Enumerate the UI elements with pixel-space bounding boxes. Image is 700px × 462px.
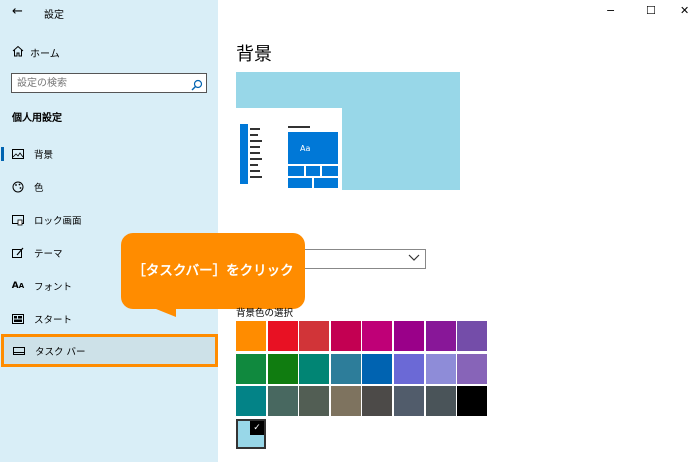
palette-icon <box>11 180 25 194</box>
color-swatch[interactable] <box>330 353 361 384</box>
color-swatch[interactable] <box>362 386 393 416</box>
color-swatch[interactable] <box>267 353 298 384</box>
page-title: 背景 <box>236 44 272 65</box>
color-swatch[interactable] <box>362 321 393 351</box>
preview-line <box>250 176 262 178</box>
color-swatch[interactable] <box>425 353 456 384</box>
color-swatch[interactable] <box>394 386 424 416</box>
start-icon <box>11 312 25 326</box>
home-label: ホーム <box>30 48 60 60</box>
checkmark-icon: ✓ <box>250 421 264 435</box>
color-swatch[interactable] <box>267 386 298 416</box>
lock-screen-icon <box>11 213 25 227</box>
preview-line <box>288 126 310 128</box>
title-bar: ← 設定 <box>0 0 218 26</box>
search-input[interactable] <box>17 76 187 90</box>
theme-brush-icon <box>11 246 25 260</box>
color-picker-label: 背景色の選択 <box>236 308 294 319</box>
color-swatch[interactable] <box>299 353 330 384</box>
color-swatch[interactable] <box>299 386 330 416</box>
sidebar-item-background[interactable]: 背景 <box>0 143 218 165</box>
close-button[interactable]: ✕ <box>680 4 689 17</box>
app-title: 設定 <box>44 10 64 21</box>
preview-line <box>250 164 258 166</box>
sidebar: ← 設定 ホーム 個人用設定 背景 色 ロック画面 <box>0 0 218 462</box>
sidebar-item-taskbar[interactable]: タスク バー <box>1 334 218 367</box>
color-swatch[interactable] <box>457 353 488 384</box>
selected-color-swatch[interactable]: ✓ <box>236 419 266 449</box>
sidebar-item-label: ロック画面 <box>34 216 82 227</box>
preview-line <box>250 140 262 142</box>
home-icon <box>12 45 30 60</box>
color-swatch[interactable] <box>330 321 361 351</box>
sidebar-item-label: 背景 <box>34 150 54 161</box>
taskbar-icon <box>12 344 26 358</box>
preview-tile <box>306 166 320 176</box>
preview-tile-text: Aa <box>300 144 311 153</box>
sidebar-item-label: テーマ <box>34 249 63 260</box>
sidebar-item-start[interactable]: スタート <box>0 308 218 330</box>
color-swatch[interactable] <box>362 353 393 384</box>
color-swatch[interactable] <box>425 321 456 351</box>
color-swatch[interactable] <box>394 321 424 351</box>
sidebar-item-label: タスク バー <box>35 346 86 358</box>
minimize-button[interactable]: − <box>606 4 615 17</box>
color-swatch[interactable] <box>236 386 266 416</box>
callout-pointer <box>126 297 176 317</box>
color-swatch[interactable] <box>457 386 488 416</box>
color-swatch[interactable] <box>457 321 488 351</box>
preview-line <box>250 146 260 148</box>
color-swatch[interactable] <box>394 353 424 384</box>
selected-indicator <box>1 147 4 161</box>
preview-line <box>250 134 258 136</box>
preview-tile <box>288 178 312 188</box>
color-swatch[interactable] <box>425 386 456 416</box>
preview-line <box>250 170 260 172</box>
sidebar-item-label: スタート <box>34 315 73 326</box>
preview-tile <box>322 166 338 176</box>
color-swatch[interactable] <box>267 321 298 351</box>
search-icon[interactable] <box>191 76 203 91</box>
picture-icon <box>11 147 25 161</box>
preview-line <box>250 128 260 130</box>
sidebar-item-color[interactable]: 色 <box>0 176 218 198</box>
color-swatch[interactable] <box>330 386 361 416</box>
preview-taskbar <box>240 124 248 184</box>
color-swatch[interactable] <box>236 321 266 351</box>
background-preview: Aa <box>236 72 460 190</box>
maximize-button[interactable]: ☐ <box>646 4 656 17</box>
callout-text: ［タスクバー］をクリック <box>132 263 294 279</box>
preview-line <box>250 152 260 154</box>
back-arrow-icon[interactable]: ← <box>12 4 23 19</box>
color-swatch[interactable] <box>299 321 330 351</box>
preview-line <box>250 158 262 160</box>
sidebar-item-label: フォント <box>34 282 73 293</box>
preview-tile: Aa <box>288 132 338 164</box>
home-link[interactable]: ホーム <box>12 44 60 60</box>
color-swatch-grid <box>236 321 496 451</box>
preview-tile <box>314 178 338 188</box>
preview-tile <box>288 166 304 176</box>
font-icon: AA <box>11 281 25 291</box>
search-box[interactable] <box>11 73 207 93</box>
sidebar-item-label: 色 <box>34 183 44 194</box>
sidebar-item-lock-screen[interactable]: ロック画面 <box>0 209 218 231</box>
color-swatch[interactable] <box>236 353 266 384</box>
chevron-down-icon <box>408 251 420 266</box>
section-title: 個人用設定 <box>12 113 62 124</box>
